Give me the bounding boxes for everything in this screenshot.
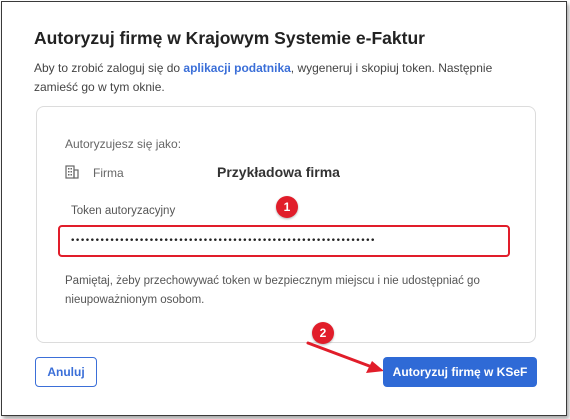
annotation-arrow-icon [306, 341, 384, 373]
token-input[interactable]: ••••••••••••••••••••••••••••••••••••••••… [58, 225, 510, 257]
authorize-ksef-button[interactable]: Autoryzuj firmę w KSeF [383, 357, 537, 387]
dialog-title: Autoryzuj firmę w Krajowym Systemie e-Fa… [34, 28, 425, 48]
dialog: Autoryzuj firmę w Krajowym Systemie e-Fa… [1, 1, 567, 416]
description-text-before: Aby to zrobić zaloguj się do [34, 61, 184, 75]
security-note: Pamiętaj, żeby przechowywać token w bezp… [65, 275, 480, 306]
annotation-badge-1: 1 [276, 196, 298, 218]
authorization-panel: Autoryzujesz się jako: Firma Przykładowa… [36, 106, 536, 343]
cancel-button[interactable]: Anuluj [35, 357, 97, 387]
company-row: Firma Przykładowa firma [65, 163, 505, 183]
token-label: Token autoryzacyjny [71, 205, 176, 217]
company-name: Przykładowa firma [217, 164, 340, 180]
dialog-description: Aby to zrobić zaloguj się do aplikacji p… [34, 59, 534, 97]
taxpayer-app-link[interactable]: aplikacji podatnika [183, 61, 290, 75]
authorizing-as-label: Autoryzujesz się jako: [65, 137, 182, 151]
building-icon [65, 165, 79, 179]
company-key: Firma [93, 166, 124, 180]
